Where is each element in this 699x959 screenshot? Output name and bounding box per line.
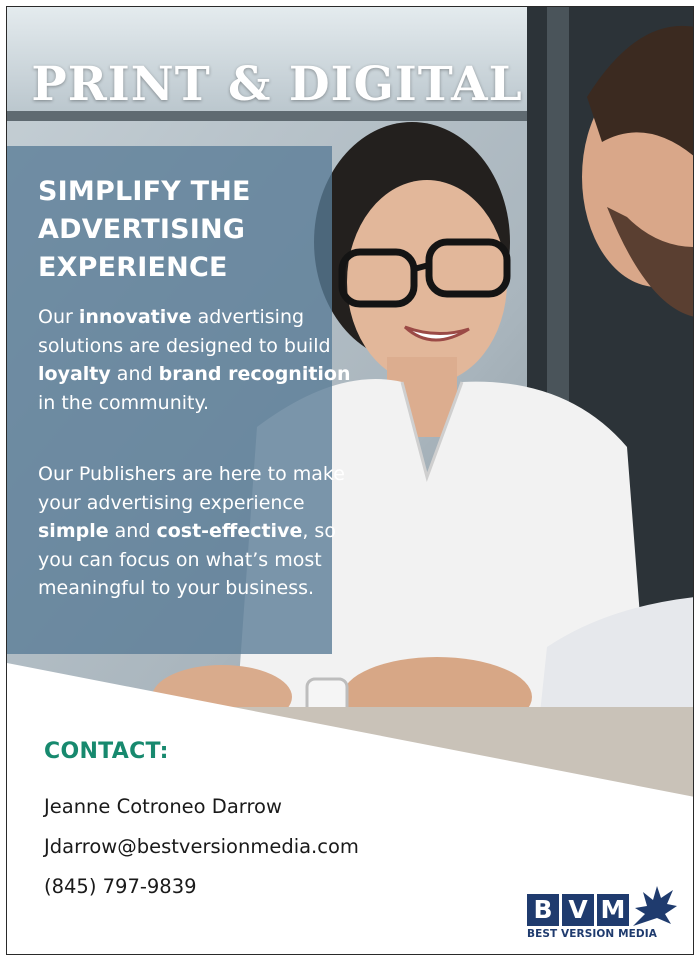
paragraph-text: in the community. — [38, 391, 210, 414]
emphasis-text: simple — [38, 520, 109, 542]
emphasis-text: loyalty — [38, 363, 111, 385]
headline: PRINT & DIGITAL — [31, 57, 523, 112]
paragraph-text: Our — [38, 306, 79, 328]
logo-letter-v: V — [562, 894, 594, 926]
paragraph-text: and — [110, 363, 159, 385]
logo-caption: BEST VERSION MEDIA — [527, 928, 657, 940]
bvm-logo: B V M BEST VERSION MEDIA — [527, 880, 682, 950]
contact-email-link[interactable]: Jdarrow@bestversionmedia.com — [44, 835, 359, 858]
emphasis-text: brand recognition — [158, 363, 351, 385]
panel-title-line-1: SIMPLIFY THE — [38, 176, 251, 207]
emphasis-text: innovative — [78, 306, 192, 328]
panel-title: SIMPLIFY THE ADVERTISING EXPERIENCE — [38, 173, 338, 287]
advertisement-page: PRINT & DIGITAL SIMPLIFY THE ADVERTISING… — [0, 0, 699, 959]
emphasis-text: cost-effective — [156, 520, 303, 542]
logo-letters: B V M — [527, 894, 629, 926]
panel-paragraph-1: Our innovative advertising solutions are… — [38, 303, 358, 417]
panel-title-line-3: EXPERIENCE — [38, 252, 228, 283]
panel-paragraph-2: Our Publishers are here to make your adv… — [38, 460, 358, 603]
logo-letter-b: B — [527, 894, 559, 926]
maple-leaf-icon — [633, 886, 677, 926]
contact-phone-link[interactable]: (845) 797-9839 — [44, 875, 197, 898]
panel-title-line-2: ADVERTISING — [38, 214, 246, 245]
logo-letter-m: M — [597, 894, 629, 926]
paragraph-text: and — [108, 520, 157, 542]
contact-label: CONTACT: — [44, 739, 169, 764]
ad-frame: PRINT & DIGITAL SIMPLIFY THE ADVERTISING… — [6, 6, 694, 955]
paragraph-text: Our Publishers are here to make your adv… — [38, 463, 345, 514]
contact-name: Jeanne Cotroneo Darrow — [44, 795, 282, 818]
